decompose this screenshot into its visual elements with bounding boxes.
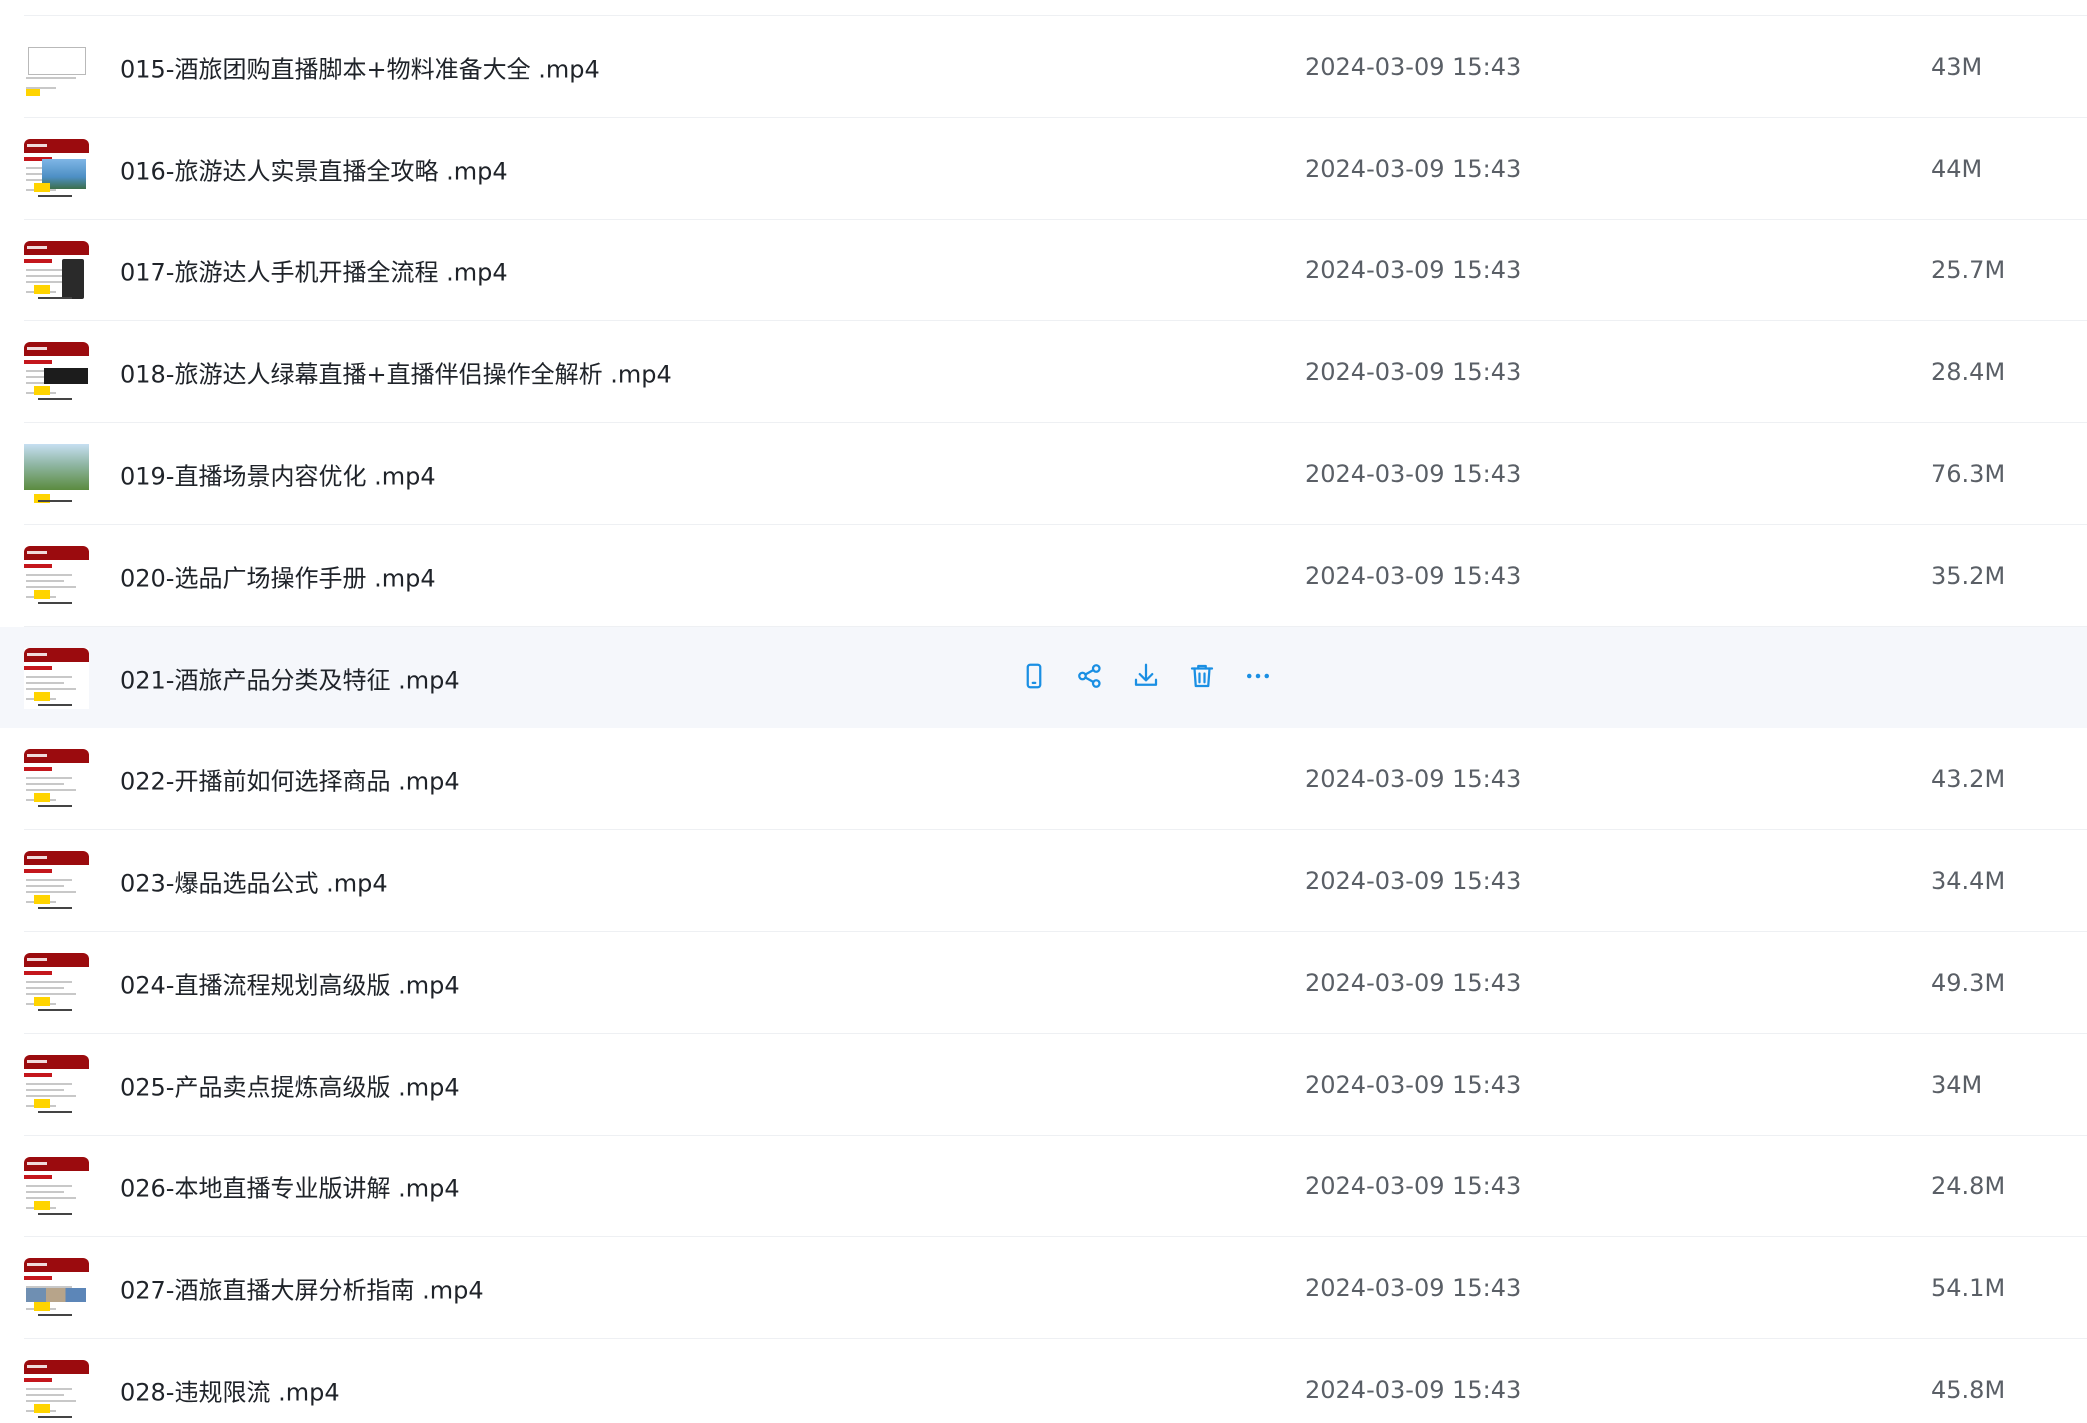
- file-modified-date: 2024-03-09 15:43: [1305, 867, 1522, 896]
- file-row[interactable]: 022-开播前如何选择商品 .mp4 2024-03-09 15:43 43.2M: [0, 728, 2087, 830]
- file-name[interactable]: 025-产品卖点提炼高级版 .mp4: [120, 1067, 460, 1102]
- video-thumbnail[interactable]: [24, 545, 89, 607]
- file-modified-date: 2024-03-09 15:43: [1305, 154, 1522, 183]
- file-row[interactable]: 025-产品卖点提炼高级版 .mp4 2024-03-09 15:43 34M: [0, 1034, 2087, 1136]
- file-name[interactable]: 023-爆品选品公式 .mp4: [120, 864, 388, 899]
- video-thumbnail[interactable]: [24, 749, 89, 811]
- file-row[interactable]: 026-本地直播专业版讲解 .mp4 2024-03-09 15:43 24.8M: [0, 1136, 2087, 1238]
- download-icon: [1131, 661, 1161, 695]
- video-thumbnail[interactable]: [24, 851, 89, 913]
- file-row[interactable]: 018-旅游达人绿幕直播+直播伴侣操作全解析 .mp4 2024-03-09 15…: [0, 321, 2087, 423]
- share-icon: [1075, 661, 1105, 695]
- video-thumbnail[interactable]: [24, 37, 89, 98]
- file-name[interactable]: 026-本地直播专业版讲解 .mp4: [120, 1169, 460, 1204]
- file-modified-date: 2024-03-09 15:43: [1305, 358, 1522, 387]
- file-name[interactable]: 018-旅游达人绿幕直播+直播伴侣操作全解析 .mp4: [120, 355, 672, 390]
- file-name[interactable]: 020-选品广场操作手册 .mp4: [120, 558, 436, 593]
- delete-button[interactable]: [1186, 662, 1218, 694]
- file-name[interactable]: 019-直播场景内容优化 .mp4: [120, 456, 436, 491]
- file-name[interactable]: 024-直播流程规划高级版 .mp4: [120, 965, 460, 1000]
- file-name[interactable]: 022-开播前如何选择商品 .mp4: [120, 762, 460, 797]
- file-row[interactable]: 019-直播场景内容优化 .mp4 2024-03-09 15:43 76.3M: [0, 423, 2087, 525]
- file-row[interactable]: 027-酒旅直播大屏分析指南 .mp4 2024-03-09 15:43 54.1M: [0, 1237, 2087, 1339]
- video-thumbnail[interactable]: [24, 952, 89, 1014]
- file-modified-date: 2024-03-09 15:43: [1305, 765, 1522, 794]
- more-icon: [1243, 661, 1273, 695]
- file-row[interactable]: 015-酒旅团购直播脚本+物料准备大全 .mp4 2024-03-09 15:43…: [0, 16, 2087, 118]
- file-size: 76.3M: [1931, 459, 2006, 488]
- video-thumbnail[interactable]: [24, 1258, 89, 1320]
- file-size: 24.8M: [1931, 1172, 2006, 1201]
- file-modified-date: 2024-03-09 15:43: [1305, 1172, 1522, 1201]
- download-button[interactable]: [1130, 662, 1162, 694]
- file-modified-date: 2024-03-09 15:43: [1305, 968, 1522, 997]
- file-name[interactable]: 027-酒旅直播大屏分析指南 .mp4: [120, 1271, 484, 1306]
- video-thumbnail[interactable]: [24, 444, 89, 506]
- video-thumbnail[interactable]: [24, 240, 89, 302]
- file-modified-date: 2024-03-09 15:43: [1305, 1070, 1522, 1099]
- file-name[interactable]: 017-旅游达人手机开播全流程 .mp4: [120, 253, 508, 288]
- video-thumbnail[interactable]: [24, 138, 89, 200]
- video-thumbnail[interactable]: [24, 1156, 89, 1218]
- send-to-phone-button[interactable]: [1018, 662, 1050, 694]
- file-modified-date: 2024-03-09 15:43: [1305, 1375, 1522, 1404]
- file-size: 44M: [1931, 154, 1983, 183]
- file-size: 28.4M: [1931, 358, 2006, 387]
- video-thumbnail[interactable]: [24, 342, 89, 404]
- share-button[interactable]: [1074, 662, 1106, 694]
- trash-icon: [1187, 661, 1217, 695]
- file-size: 45.8M: [1931, 1375, 2006, 1404]
- file-list: 015-酒旅团购直播脚本+物料准备大全 .mp4 2024-03-09 15:43…: [0, 0, 2087, 1423]
- file-size: 43M: [1931, 52, 1983, 81]
- file-row[interactable]: 017-旅游达人手机开播全流程 .mp4 2024-03-09 15:43 25.7…: [0, 220, 2087, 322]
- file-row[interactable]: 016-旅游达人实景直播全攻略 .mp4 2024-03-09 15:43 44M: [0, 118, 2087, 220]
- file-modified-date: 2024-03-09 15:43: [1305, 256, 1522, 285]
- file-size: 34.4M: [1931, 867, 2006, 896]
- row-action-toolbar: [1018, 660, 1298, 696]
- file-size: 54.1M: [1931, 1274, 2006, 1303]
- file-row[interactable]: 021-酒旅产品分类及特征 .mp4: [0, 626, 2087, 729]
- video-thumbnail[interactable]: [24, 1360, 89, 1422]
- file-name[interactable]: 015-酒旅团购直播脚本+物料准备大全 .mp4: [120, 49, 600, 84]
- mobile-phone-icon: [1019, 661, 1049, 695]
- file-row[interactable]: 028-违规限流 .mp4 2024-03-09 15:43 45.8M: [0, 1339, 2087, 1423]
- file-row[interactable]: 023-爆品选品公式 .mp4 2024-03-09 15:43 34.4M: [0, 830, 2087, 932]
- file-size: 49.3M: [1931, 968, 2006, 997]
- file-size: 34M: [1931, 1070, 1983, 1099]
- file-row[interactable]: 024-直播流程规划高级版 .mp4 2024-03-09 15:43 49.3M: [0, 932, 2087, 1034]
- file-name[interactable]: 021-酒旅产品分类及特征 .mp4: [120, 660, 460, 695]
- file-size: 35.2M: [1931, 561, 2006, 590]
- video-thumbnail[interactable]: [24, 1054, 89, 1116]
- file-name[interactable]: 028-违规限流 .mp4: [120, 1372, 340, 1407]
- video-thumbnail[interactable]: [24, 647, 89, 709]
- more-button[interactable]: [1242, 662, 1274, 694]
- file-modified-date: 2024-03-09 15:43: [1305, 561, 1522, 590]
- file-modified-date: 2024-03-09 15:43: [1305, 52, 1522, 81]
- file-name[interactable]: 016-旅游达人实景直播全攻略 .mp4: [120, 151, 508, 186]
- file-row[interactable]: 020-选品广场操作手册 .mp4 2024-03-09 15:43 35.2M: [0, 525, 2087, 627]
- file-modified-date: 2024-03-09 15:43: [1305, 1274, 1522, 1303]
- file-size: 43.2M: [1931, 765, 2006, 794]
- file-size: 25.7M: [1931, 256, 2006, 285]
- file-modified-date: 2024-03-09 15:43: [1305, 459, 1522, 488]
